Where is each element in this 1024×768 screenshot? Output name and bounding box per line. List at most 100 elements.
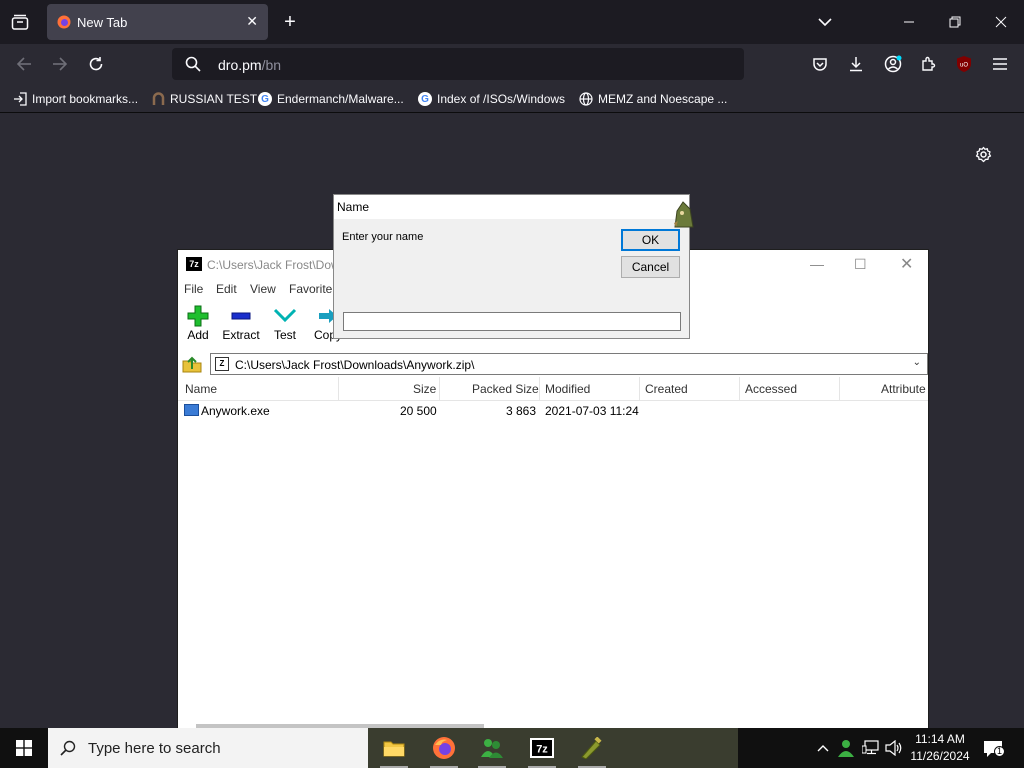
- test-button[interactable]: Test: [263, 304, 307, 342]
- back-button[interactable]: [14, 54, 34, 74]
- extract-button[interactable]: Extract: [219, 304, 263, 342]
- svg-text:uO: uO: [960, 63, 968, 69]
- column-created[interactable]: Created: [645, 382, 688, 396]
- taskbar-firefox[interactable]: [420, 728, 468, 768]
- url-bar[interactable]: dro.pm/bn: [172, 48, 744, 80]
- column-attributes[interactable]: Attribute: [881, 382, 926, 396]
- taskbar-7zip[interactable]: 7z: [518, 728, 566, 768]
- file-name: Anywork.exe: [201, 404, 270, 418]
- tab-title: New Tab: [77, 15, 128, 30]
- bookmark-memz[interactable]: MEMZ and Noescape ...: [578, 91, 727, 107]
- tab-new-tab[interactable]: New Tab ✕: [47, 4, 268, 40]
- current-path: C:\Users\Jack Frost\Downloads\Anywork.zi…: [235, 358, 475, 372]
- dialog-titlebar[interactable]: Name: [334, 195, 689, 219]
- column-packed-size[interactable]: Packed Size: [472, 382, 539, 396]
- exe-file-icon: [184, 404, 199, 416]
- menu-favorites[interactable]: Favorite: [289, 282, 332, 296]
- clock-date: 11/26/2024: [910, 749, 970, 763]
- forward-arrow-icon: [53, 57, 68, 71]
- plus-icon: +: [284, 10, 296, 33]
- taskbar-script-app[interactable]: [568, 728, 616, 768]
- cancel-button[interactable]: Cancel: [621, 256, 680, 278]
- account-icon: [884, 55, 902, 73]
- firefox-icon: [433, 737, 455, 759]
- bookmark-import[interactable]: Import bookmarks...: [12, 91, 138, 107]
- mascot-icon: [674, 201, 694, 228]
- taskbar-file-explorer[interactable]: [370, 728, 418, 768]
- network-button[interactable]: [861, 738, 881, 758]
- taskbar-search[interactable]: Type here to search: [48, 728, 368, 768]
- navigation-toolbar: dro.pm/bn uO: [0, 44, 1024, 84]
- folder-icon: [383, 741, 405, 757]
- taskbar-apps: 7z: [368, 728, 738, 768]
- close-window-button[interactable]: [992, 12, 1010, 32]
- bookmark-label: MEMZ and Noescape ...: [598, 92, 728, 106]
- app-menu-button[interactable]: [990, 54, 1010, 74]
- file-size: 20 500: [400, 404, 437, 418]
- download-icon: [850, 57, 862, 72]
- horseshoe-icon: [150, 91, 166, 107]
- volume-button[interactable]: [884, 738, 904, 758]
- path-combobox[interactable]: Z C:\Users\Jack Frost\Downloads\Anywork.…: [210, 353, 928, 375]
- tray-users-icon[interactable]: [836, 738, 856, 758]
- sevenzip-close-button[interactable]: ✕: [900, 254, 913, 274]
- file-packed-size: 3 863: [506, 404, 537, 418]
- bookmark-label: RUSSIAN TEST: [170, 92, 258, 106]
- sevenzip-minimize-button[interactable]: —: [810, 256, 824, 272]
- bookmark-endermanch[interactable]: G Endermanch/Malware...: [257, 91, 404, 107]
- extensions-button[interactable]: [918, 54, 938, 74]
- bookmark-label: Import bookmarks...: [32, 92, 139, 106]
- column-accessed[interactable]: Accessed: [745, 382, 797, 396]
- bookmark-label: Index of /ISOs/Windows: [437, 92, 566, 106]
- tab-bar: New Tab ✕ +: [0, 0, 1024, 44]
- ublock-button[interactable]: uO: [954, 54, 974, 74]
- name-input[interactable]: [343, 312, 681, 331]
- zip-file-icon: Z: [215, 357, 229, 371]
- start-button[interactable]: [0, 728, 48, 768]
- new-tab-button[interactable]: +: [279, 10, 301, 34]
- taskbar-clock[interactable]: 11:14 AM 11/26/2024: [905, 731, 975, 765]
- pocket-button[interactable]: [810, 54, 830, 74]
- minimize-button[interactable]: [900, 12, 918, 32]
- newtab-settings-button[interactable]: [972, 144, 994, 164]
- add-button[interactable]: Add: [176, 304, 220, 342]
- clock-time: 11:14 AM: [915, 732, 965, 746]
- file-list-header: Name Size Packed Size Modified Created A…: [178, 377, 928, 401]
- bookmark-index-isos[interactable]: G Index of /ISOs/Windows: [417, 91, 565, 107]
- forward-button[interactable]: [50, 54, 70, 74]
- url-host: dro.pm: [218, 57, 262, 73]
- taskbar-users-app[interactable]: [468, 728, 516, 768]
- column-size[interactable]: Size: [413, 382, 436, 396]
- search-icon: [185, 56, 201, 72]
- menu-edit[interactable]: Edit: [216, 282, 237, 296]
- folder-up-icon[interactable]: [182, 355, 202, 373]
- svg-text:7z: 7z: [536, 744, 548, 756]
- ok-button[interactable]: OK: [621, 229, 680, 251]
- chevron-up-icon: [817, 745, 829, 752]
- list-all-tabs-button[interactable]: [815, 12, 835, 32]
- sevenzip-maximize-button[interactable]: ☐: [854, 256, 867, 273]
- google-icon: G: [417, 91, 433, 107]
- column-name[interactable]: Name: [185, 382, 217, 396]
- tab-close-icon[interactable]: ✕: [246, 13, 258, 30]
- bookmarks-toolbar: Import bookmarks... RUSSIAN TEST G Ender…: [0, 84, 1024, 113]
- account-button[interactable]: [882, 54, 904, 74]
- column-modified[interactable]: Modified: [545, 382, 590, 396]
- network-icon: [862, 740, 879, 755]
- restore-button[interactable]: [946, 12, 964, 32]
- downloads-button[interactable]: [846, 54, 866, 74]
- table-row[interactable]: Anywork.exe 20 500 3 863 2021-07-03 11:2…: [178, 402, 928, 420]
- menu-file[interactable]: File: [184, 282, 203, 296]
- bookmark-russian-test[interactable]: RUSSIAN TEST: [150, 91, 257, 107]
- hamburger-icon: [993, 58, 1007, 70]
- reload-icon: [89, 57, 103, 71]
- plus-icon: [187, 305, 209, 327]
- show-hidden-icons-button[interactable]: [814, 740, 832, 756]
- chevron-down-icon[interactable]: ⌄: [913, 357, 921, 368]
- sevenzip-address-bar: Z C:\Users\Jack Frost\Downloads\Anywork.…: [178, 352, 928, 376]
- menu-view[interactable]: View: [250, 282, 276, 296]
- tab-overview-button[interactable]: [8, 12, 32, 32]
- notification-center-button[interactable]: 1: [982, 738, 1005, 760]
- reload-button[interactable]: [86, 54, 106, 74]
- tab-overview-icon: [11, 14, 29, 30]
